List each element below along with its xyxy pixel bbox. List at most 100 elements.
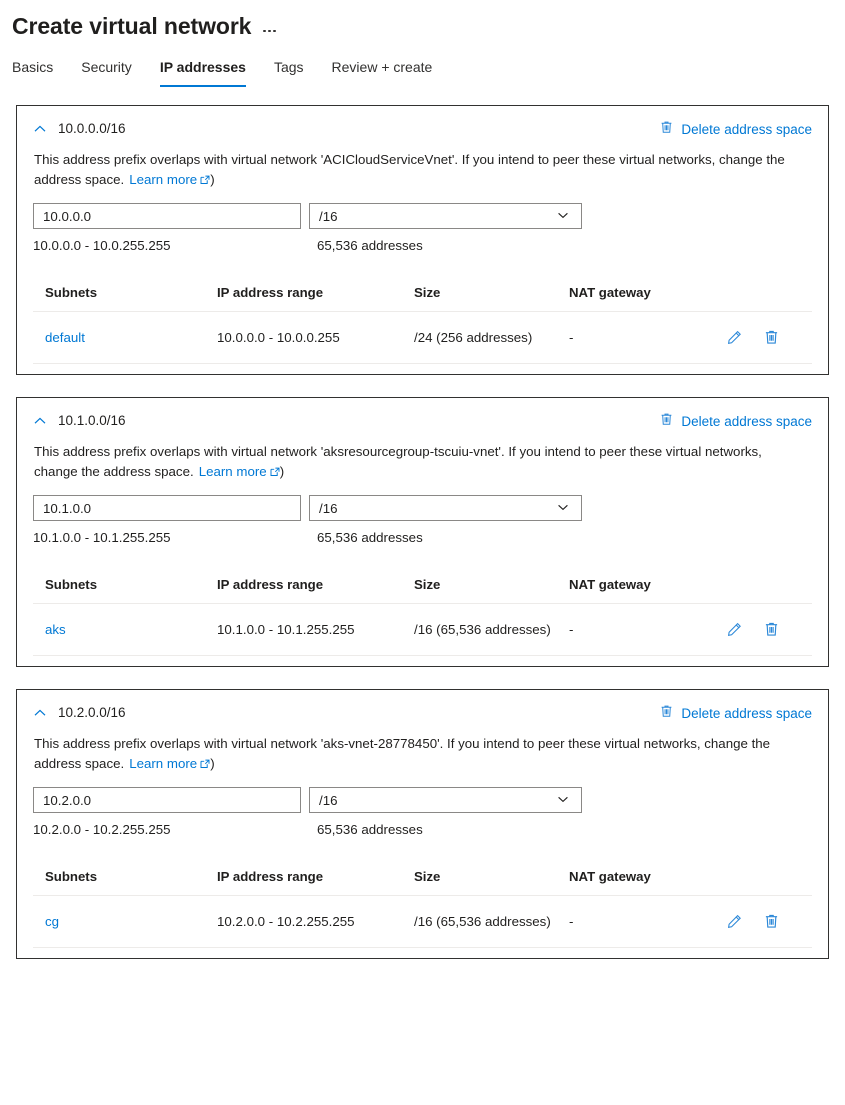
- chevron-up-icon[interactable]: [33, 706, 47, 720]
- column-header-nat-gateway: NAT gateway: [569, 285, 651, 300]
- learn-more-link[interactable]: Learn more: [129, 756, 210, 771]
- learn-more-label: Learn more: [198, 463, 267, 479]
- tab-basics[interactable]: Basics: [12, 58, 67, 87]
- subnet-size: /24 (256 addresses): [414, 330, 533, 345]
- learn-more-label: Learn more: [129, 755, 198, 771]
- address-space-list: 10.0.0.0/16 Delete address space This ad…: [0, 87, 845, 959]
- subnets-table: Subnets IP address range Size NAT gatewa…: [33, 869, 812, 948]
- tab-label: IP addresses: [159, 59, 246, 75]
- cidr-size-select[interactable]: /16: [309, 495, 582, 521]
- delete-address-space-button[interactable]: Delete address space: [660, 412, 812, 431]
- edit-subnet-button[interactable]: [726, 913, 743, 930]
- address-space-header: 10.2.0.0/16 Delete address space: [33, 704, 812, 724]
- table-row: default 10.0.0.0 - 10.0.0.255 /24 (256 a…: [33, 312, 812, 364]
- learn-more-suffix: ): [279, 463, 285, 479]
- overlap-warning-text: This address prefix overlaps with virtua…: [34, 444, 762, 479]
- address-space-prefix: 10.2.0.0/16: [58, 705, 126, 720]
- learn-more-link[interactable]: Learn more: [199, 464, 280, 479]
- subnets-table-body: cg 10.2.0.0 - 10.2.255.255 /16 (65,536 a…: [33, 896, 812, 948]
- column-header-subnets: Subnets: [45, 869, 98, 884]
- address-count-text: 65,536 addresses: [317, 530, 423, 545]
- subnets-table-header: Subnets IP address range Size NAT gatewa…: [33, 285, 812, 312]
- address-prefix-row: 10.2.0.0 /16: [33, 787, 812, 813]
- subnet-name-link[interactable]: default: [45, 330, 85, 345]
- trash-icon: [660, 120, 673, 139]
- subnet-ip-range: 10.2.0.0 - 10.2.255.255: [217, 914, 355, 929]
- external-link-icon: [200, 171, 210, 191]
- tab-label: Security: [81, 59, 132, 75]
- address-prefix-value: 10.1.0.0: [43, 500, 92, 516]
- column-header-subnets: Subnets: [45, 577, 98, 592]
- column-header-nat-gateway: NAT gateway: [569, 577, 651, 592]
- delete-address-space-button[interactable]: Delete address space: [660, 704, 812, 723]
- chevron-up-icon[interactable]: [33, 122, 47, 136]
- external-link-icon: [200, 755, 210, 775]
- learn-more-link[interactable]: Learn more: [129, 172, 210, 187]
- address-prefix-summary: 10.2.0.0 - 10.2.255.255 65,536 addresses: [33, 821, 812, 839]
- delete-address-space-label: Delete address space: [681, 413, 812, 429]
- subnet-ip-range: 10.1.0.0 - 10.1.255.255: [217, 622, 355, 637]
- subnets-table-body: default 10.0.0.0 - 10.0.0.255 /24 (256 a…: [33, 312, 812, 364]
- address-space-header: 10.0.0.0/16 Delete address space: [33, 120, 812, 140]
- address-prefix-summary: 10.1.0.0 - 10.1.255.255 65,536 addresses: [33, 529, 812, 547]
- column-header-ip-range: IP address range: [217, 285, 324, 300]
- edit-subnet-button[interactable]: [726, 329, 743, 346]
- table-row: aks 10.1.0.0 - 10.1.255.255 /16 (65,536 …: [33, 604, 812, 656]
- external-link-icon: [270, 463, 280, 483]
- delete-address-space-label: Delete address space: [681, 121, 812, 137]
- address-range-text: 10.0.0.0 - 10.0.255.255: [33, 238, 171, 253]
- address-count-text: 65,536 addresses: [317, 822, 423, 837]
- table-row: cg 10.2.0.0 - 10.2.255.255 /16 (65,536 a…: [33, 896, 812, 948]
- address-range-text: 10.1.0.0 - 10.1.255.255: [33, 530, 171, 545]
- cidr-size-select[interactable]: /16: [309, 787, 582, 813]
- delete-address-space-button[interactable]: Delete address space: [660, 120, 812, 139]
- address-prefix-row: 10.0.0.0 /16: [33, 203, 812, 229]
- tab-tags[interactable]: Tags: [260, 58, 318, 87]
- column-header-size: Size: [414, 285, 441, 300]
- tab-review-create[interactable]: Review + create: [318, 58, 447, 87]
- address-space-panel: 10.1.0.0/16 Delete address space This ad…: [16, 397, 829, 667]
- address-prefix-row: 10.1.0.0 /16: [33, 495, 812, 521]
- subnets-table: Subnets IP address range Size NAT gatewa…: [33, 577, 812, 656]
- delete-subnet-button[interactable]: [764, 329, 779, 346]
- subnet-name-link[interactable]: cg: [45, 914, 59, 929]
- subnets-table-header: Subnets IP address range Size NAT gatewa…: [33, 869, 812, 896]
- cidr-size-value: /16: [319, 208, 338, 224]
- subnet-size: /16 (65,536 addresses): [414, 914, 551, 929]
- page-title: Create virtual network: [12, 13, 252, 39]
- tab-ip-addresses[interactable]: IP addresses: [146, 58, 260, 87]
- column-header-size: Size: [414, 577, 441, 592]
- column-header-size: Size: [414, 869, 441, 884]
- chevron-up-icon[interactable]: [33, 414, 47, 428]
- cidr-size-select[interactable]: /16: [309, 203, 582, 229]
- address-space-header: 10.1.0.0/16 Delete address space: [33, 412, 812, 432]
- address-prefix-input[interactable]: 10.0.0.0: [33, 203, 301, 229]
- delete-subnet-button[interactable]: [764, 913, 779, 930]
- trash-icon: [660, 704, 673, 723]
- subnet-nat-gateway: -: [569, 330, 574, 345]
- chevron-down-icon: [556, 208, 570, 225]
- subnet-size: /16 (65,536 addresses): [414, 622, 551, 637]
- edit-subnet-button[interactable]: [726, 621, 743, 638]
- overlap-warning-message: This address prefix overlaps with virtua…: [34, 442, 796, 482]
- chevron-down-icon: [556, 792, 570, 809]
- address-range-text: 10.2.0.0 - 10.2.255.255: [33, 822, 171, 837]
- address-space-panel: 10.2.0.0/16 Delete address space This ad…: [16, 689, 829, 959]
- address-prefix-input[interactable]: 10.1.0.0: [33, 495, 301, 521]
- address-prefix-input[interactable]: 10.2.0.0: [33, 787, 301, 813]
- learn-more-suffix: ): [210, 171, 215, 187]
- address-space-prefix: 10.1.0.0/16: [58, 413, 126, 428]
- address-prefix-value: 10.0.0.0: [43, 208, 92, 224]
- address-count-text: 65,536 addresses: [317, 238, 423, 253]
- subnet-name-link[interactable]: aks: [45, 622, 66, 637]
- subnet-nat-gateway: -: [569, 914, 574, 929]
- create-virtual-network-page: Create virtual network Basics Security I…: [0, 0, 845, 1105]
- more-options-icon[interactable]: [263, 13, 276, 39]
- address-prefix-summary: 10.0.0.0 - 10.0.255.255 65,536 addresses: [33, 237, 812, 255]
- delete-subnet-button[interactable]: [764, 621, 779, 638]
- subnets-table: Subnets IP address range Size NAT gatewa…: [33, 285, 812, 364]
- column-header-ip-range: IP address range: [217, 869, 324, 884]
- column-header-ip-range: IP address range: [217, 577, 324, 592]
- subnets-table-body: aks 10.1.0.0 - 10.1.255.255 /16 (65,536 …: [33, 604, 812, 656]
- tab-security[interactable]: Security: [67, 58, 146, 87]
